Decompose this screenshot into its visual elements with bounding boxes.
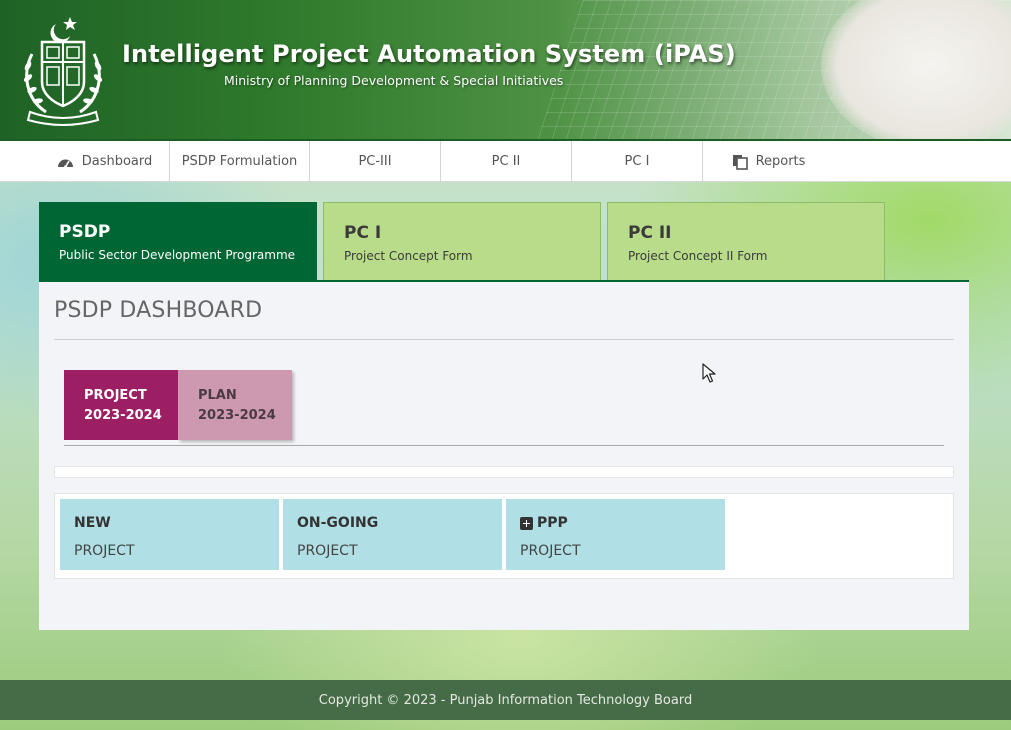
pakistan-emblem-icon xyxy=(23,17,103,126)
tab-title: PC I xyxy=(344,223,382,243)
pill-line2: 2023-2024 xyxy=(198,408,276,423)
tab-pc-i[interactable]: PC I Project Concept Form xyxy=(323,202,601,280)
copyright-text: Copyright © 2023 - Punjab Information Te… xyxy=(318,692,693,708)
project-year-pill[interactable]: PROJECT 2023-2024 xyxy=(64,370,178,440)
plan-year-pill[interactable]: PLAN 2023-2024 xyxy=(178,370,292,440)
tab-subtitle: Public Sector Development Programme xyxy=(59,248,296,262)
site-subtitle: Ministry of Planning Development & Speci… xyxy=(224,73,564,88)
plus-square-icon xyxy=(520,516,533,530)
card-subtitle: PROJECT xyxy=(74,543,135,559)
site-footer: Copyright © 2023 - Punjab Information Te… xyxy=(0,680,1011,720)
nav-item-psdp-formulation[interactable]: PSDP Formulation xyxy=(170,141,310,182)
card-title: NEW xyxy=(74,515,111,531)
nav-item-pc-i[interactable]: PC I xyxy=(572,141,703,182)
nav-item-label: PSDP Formulation xyxy=(181,154,298,169)
mouse-cursor-icon xyxy=(702,363,716,383)
empty-content-box xyxy=(54,466,954,478)
card-title: ON-GOING xyxy=(297,515,379,531)
page-title: PSDP DASHBOARD xyxy=(54,298,263,323)
dashboard-gauge-icon xyxy=(57,155,74,169)
nav-item-label: Dashboard xyxy=(81,154,153,169)
pill-line1: PLAN xyxy=(198,388,237,403)
tab-psdp[interactable]: PSDP Public Sector Development Programme xyxy=(39,202,317,280)
site-title: Intelligent Project Automation System (i… xyxy=(122,40,736,68)
copy-documents-icon xyxy=(732,154,748,170)
main-nav: Dashboard PSDP Formulation PC-III PC II … xyxy=(0,141,1011,182)
project-cards-container: NEW PROJECT ON-GOING PROJECT PPP PROJECT xyxy=(54,493,954,579)
pill-line1: PROJECT xyxy=(84,388,147,403)
nav-item-label: PC-III xyxy=(358,154,392,169)
site-header: Intelligent Project Automation System (i… xyxy=(0,0,1011,141)
title-divider xyxy=(54,339,954,340)
nav-item-label: Reports xyxy=(755,154,806,169)
new-project-card[interactable]: NEW PROJECT xyxy=(60,499,279,570)
nav-item-pc-ii[interactable]: PC II xyxy=(441,141,572,182)
tab-subtitle: Project Concept II Form xyxy=(628,249,768,263)
nav-item-reports[interactable]: Reports xyxy=(703,141,834,182)
card-subtitle: PROJECT xyxy=(297,543,358,559)
pill-line2: 2023-2024 xyxy=(84,408,162,423)
ongoing-project-card[interactable]: ON-GOING PROJECT xyxy=(283,499,502,570)
nav-item-label: PC I xyxy=(624,154,650,169)
dashboard-panel: PSDP DASHBOARD PROJECT 2023-2024 PLAN 20… xyxy=(39,280,969,630)
tab-title: PSDP xyxy=(59,222,111,242)
ppp-project-card[interactable]: PPP PROJECT xyxy=(506,499,725,570)
pill-divider xyxy=(64,445,944,446)
card-title-row: PPP xyxy=(520,515,725,531)
nav-item-label: PC II xyxy=(491,154,521,169)
nav-item-pc-iii[interactable]: PC-III xyxy=(310,141,441,182)
header-background-hand xyxy=(821,0,1011,139)
tab-title: PC II xyxy=(628,223,672,243)
nav-item-dashboard[interactable]: Dashboard xyxy=(40,141,170,182)
card-subtitle: PROJECT xyxy=(520,543,581,559)
card-title: PPP xyxy=(537,515,568,531)
tab-subtitle: Project Concept Form xyxy=(344,249,473,263)
tab-pc-ii[interactable]: PC II Project Concept II Form xyxy=(607,202,885,280)
